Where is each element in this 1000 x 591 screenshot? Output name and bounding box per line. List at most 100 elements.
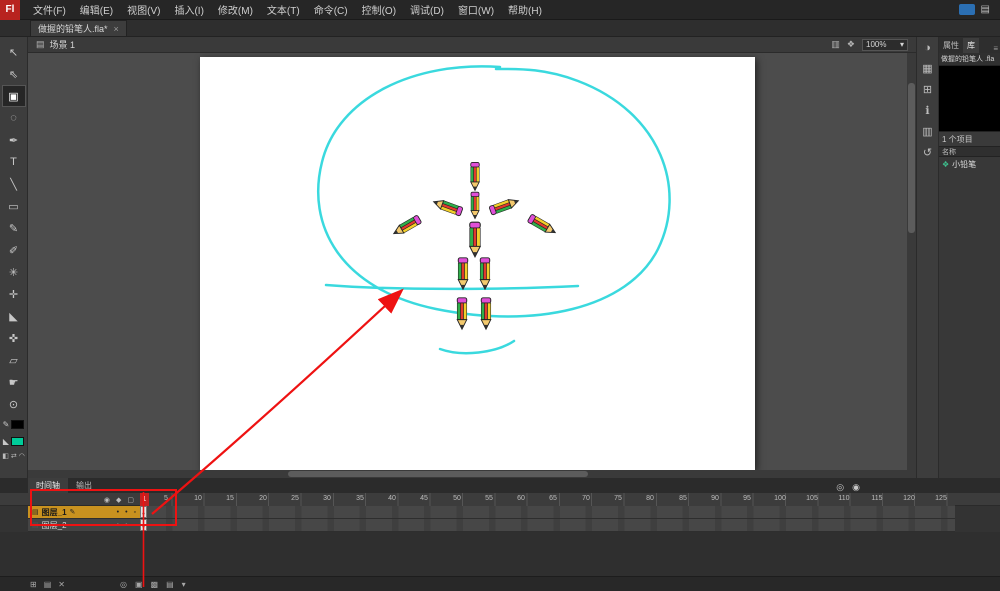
new-layer-icon[interactable]: ⊞ (30, 580, 37, 589)
line-tool[interactable]: ╲ (2, 173, 26, 195)
align-panel-icon[interactable]: ⊞ (923, 83, 932, 96)
stroke-color-swatch[interactable] (11, 420, 25, 429)
lasso-tool[interactable]: ◌ (2, 107, 26, 129)
hand-tool-icon: ☛ (8, 376, 19, 389)
lock-dot[interactable]: • (125, 522, 127, 529)
text-tool[interactable]: T (2, 151, 26, 173)
edit-multiple-frames-icon[interactable]: ▤ (166, 580, 174, 589)
menu-edit[interactable]: 编辑(E) (73, 0, 120, 20)
eraser-tool[interactable]: ▱ (2, 349, 26, 371)
vscroll-thumb[interactable] (908, 83, 915, 233)
layer-2-frames[interactable]: ● (140, 519, 955, 532)
library-document-select[interactable]: 做握的铅笔人 .fla (939, 53, 1000, 66)
visibility-dot[interactable]: • (117, 522, 119, 529)
close-tab-icon[interactable]: × (114, 24, 119, 34)
layer-name[interactable]: 图层_1 (42, 507, 67, 518)
outline-square[interactable]: ▫ (134, 522, 136, 529)
hscroll-thumb[interactable] (288, 471, 588, 477)
rectangle-tool[interactable]: ▭ (2, 195, 26, 217)
delete-layer-icon[interactable]: ✕ (58, 580, 65, 589)
tab-timeline[interactable]: 时间轴 (28, 478, 68, 493)
frame-ruler[interactable]: 1 5 10 15 20 25 30 35 40 45 50 55 60 65 … (140, 493, 955, 506)
bone-tool[interactable]: ✛ (2, 283, 26, 305)
tab-output[interactable]: 输出 (68, 478, 100, 493)
lock-dot[interactable]: • (125, 509, 127, 516)
info-panel-icon[interactable]: ℹ (925, 104, 929, 117)
layer-row-2[interactable]: ● ▤ 图层_2 • • ▫ (0, 519, 1000, 532)
subselection-tool[interactable]: ⇖ (2, 63, 26, 85)
workspace-switcher-icon[interactable]: ▤ (981, 4, 990, 15)
history-panel-icon[interactable]: ↺ (923, 146, 932, 159)
transform-panel-icon[interactable]: ▥ (922, 125, 932, 138)
layer-name[interactable]: 图层_2 (42, 520, 67, 531)
deco-tool[interactable]: ✳ (2, 261, 26, 283)
outline-icon[interactable]: ▢ (127, 496, 134, 504)
color-panel-icon[interactable]: ◑ (924, 42, 931, 54)
stage-horizontal-scrollbar[interactable] (28, 470, 916, 478)
modify-markers-icon[interactable]: ▾ (182, 580, 186, 589)
keyframe-cell[interactable]: ● (140, 506, 147, 518)
playhead-marker[interactable]: 1 (140, 493, 149, 506)
menu-debug[interactable]: 调试(D) (403, 0, 451, 20)
fill-color-control[interactable]: ◣ (2, 434, 26, 449)
pen-tool[interactable]: ✒ (2, 129, 26, 151)
layer-1-name-cell[interactable]: ▤ 图层_1 ✎ • • ▫ (28, 506, 140, 519)
pasteboard[interactable] (28, 53, 916, 478)
paint-bucket-tool[interactable]: ◣ (2, 305, 26, 327)
tab-library[interactable]: 库 (963, 38, 979, 53)
menu-text[interactable]: 文本(T) (260, 0, 307, 20)
stroke-color-control[interactable]: ✎ (2, 417, 26, 432)
onion-skin-outline-icon[interactable]: ▩ (151, 580, 159, 589)
zoom-tool[interactable]: ⊙ (2, 393, 26, 415)
fill-color-swatch[interactable] (11, 437, 25, 446)
hand-tool[interactable]: ☛ (2, 371, 26, 393)
edit-scene-icon[interactable]: ▥ (831, 39, 840, 50)
app-logo-icon[interactable]: Fl (0, 0, 20, 20)
menu-insert[interactable]: 插入(I) (167, 0, 210, 20)
onion-skin-icon[interactable]: ▣ (135, 580, 143, 589)
free-transform-tool[interactable]: ▣ (1, 85, 26, 107)
layer-2-name-cell[interactable]: ▤ 图层_2 • • ▫ (28, 519, 140, 532)
snap-icon[interactable]: ◠ (19, 452, 25, 460)
layer-1-frames[interactable]: ● (140, 506, 955, 519)
tab-properties[interactable]: 属性 (939, 38, 963, 53)
chevron-down-icon: ▾ (899, 40, 904, 49)
eye-icon[interactable]: ◉ (104, 496, 110, 504)
menu-control[interactable]: 控制(O) (355, 0, 403, 20)
menu-commands[interactable]: 命令(C) (307, 0, 355, 20)
layer-row-1[interactable]: ● ▤ 图层_1 ✎ • • ▫ (0, 506, 1000, 519)
menu-modify[interactable]: 修改(M) (211, 0, 260, 20)
visibility-dot[interactable]: • (117, 509, 119, 516)
stage-vertical-scrollbar[interactable] (907, 53, 916, 470)
center-frame-button-icon[interactable]: ◎ (120, 580, 127, 589)
cs-live-icon[interactable] (958, 4, 975, 15)
loop-icon[interactable]: ◉ (852, 482, 860, 493)
edit-symbols-icon[interactable]: ❖ (847, 39, 855, 50)
menu-view[interactable]: 视图(V) (120, 0, 167, 20)
eyedropper-tool[interactable]: ✜ (2, 327, 26, 349)
default-colors-icon[interactable]: ◧ (2, 452, 9, 460)
menu-help[interactable]: 帮助(H) (501, 0, 549, 20)
pencil-tool-icon: ✎ (8, 222, 19, 235)
swatches-panel-icon[interactable]: ▦ (922, 62, 932, 75)
ruler-label: 60 (517, 495, 525, 502)
outline-square[interactable]: ▫ (134, 509, 136, 516)
stage[interactable] (200, 57, 755, 470)
center-frame-icon[interactable]: ◎ (836, 482, 844, 493)
breadcrumb-scene[interactable]: 场景 1 (50, 38, 76, 51)
library-name-header[interactable]: 名称 (939, 146, 1000, 157)
panel-menu-icon[interactable]: ≡ (993, 44, 1000, 53)
menu-window[interactable]: 窗口(W) (451, 0, 501, 20)
brush-tool[interactable]: ✐ (2, 239, 26, 261)
keyframe-cell[interactable]: ● (140, 519, 147, 531)
swap-colors-icon[interactable]: ⇄ (11, 452, 17, 460)
document-tab[interactable]: 做握的铅笔人.fla* × (30, 20, 127, 36)
pencil-tool[interactable]: ✎ (2, 217, 26, 239)
new-folder-icon[interactable]: ▤ (44, 580, 52, 589)
menu-file[interactable]: 文件(F) (26, 0, 73, 20)
library-item[interactable]: ❖ 小铅笔 (939, 157, 1000, 171)
zoom-select[interactable]: 100% ▾ (862, 38, 908, 51)
stroke-pencil-icon: ✎ (2, 420, 10, 429)
lock-icon[interactable]: ◆ (116, 496, 121, 504)
selection-tool[interactable]: ↖ (2, 41, 26, 63)
